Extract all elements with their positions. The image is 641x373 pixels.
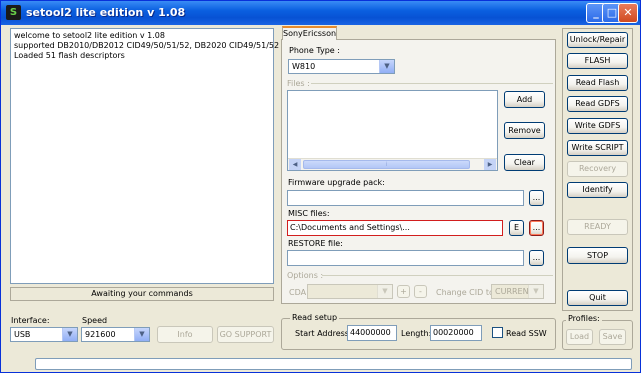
speed-select[interactable]: 921600 ▼ [81,327,150,342]
write-gdfs-button[interactable]: Write GDFS [567,118,628,134]
tab-sonyericsson[interactable]: SonyEricsson [282,26,337,40]
profiles-label: Profiles: [566,314,602,323]
status-bar: Awaiting your commands [10,287,274,301]
read-setup-title: Read setup [290,313,340,322]
unlock-repair-button[interactable]: Unlock/Repair [567,32,628,48]
options-divider [322,275,553,276]
main-window: S setool2 lite edition v 1.08 _ □ ✕ welc… [0,0,641,373]
flash-button[interactable]: FLASH [567,53,628,69]
length-label: Length: [401,329,432,338]
scroll-left-icon[interactable]: ◀ [289,159,301,170]
add-button[interactable]: Add [504,91,545,108]
info-button[interactable]: Info [157,326,213,343]
log-textarea[interactable]: welcome to setool2 lite edition v 1.08 s… [10,28,280,284]
app-icon: S [6,5,21,20]
files-label: Files : [287,79,310,88]
restore-browse-button[interactable]: ... [529,250,544,266]
speed-value: 921600 [85,330,116,339]
profile-save-button[interactable]: Save [599,329,626,345]
plus-button[interactable]: + [397,285,410,298]
scroll-right-icon[interactable]: ▶ [484,159,496,170]
phone-type-select[interactable]: W810 ▼ [288,59,395,74]
remove-button[interactable]: Remove [504,122,545,139]
title-bar[interactable]: S setool2 lite edition v 1.08 _ □ ✕ [1,1,640,25]
speed-label: Speed [82,316,108,325]
misc-e-button[interactable]: E [509,220,524,236]
log-line: supported DB2010/DB2012 CID49/50/51/52, … [14,41,280,50]
recovery-button[interactable]: Recovery [567,161,628,177]
firmware-browse-button[interactable]: ... [529,190,544,206]
files-divider [311,83,553,84]
ready-button[interactable]: READY [567,219,628,235]
firmware-input[interactable] [287,190,524,206]
identify-button[interactable]: Identify [567,182,628,198]
change-cid-select[interactable]: CURRENT ▼ [491,284,544,299]
read-ssw-label: Read SSW [506,329,547,338]
write-script-button[interactable]: Write SCRIPT [567,140,628,156]
interface-label: Interface: [11,316,50,325]
go-support-button[interactable]: GO SUPPORT [217,326,274,343]
log-line: Loaded 51 flash descriptors [14,51,125,60]
cda-label: CDA [289,288,307,297]
close-button[interactable]: ✕ [618,3,638,23]
misc-browse-button[interactable]: ... [529,220,544,236]
phone-type-value: W810 [292,62,316,71]
firmware-label: Firmware upgrade pack: [288,178,385,187]
window-title: setool2 lite edition v 1.08 [26,6,186,19]
clear-button[interactable]: Clear [504,154,545,171]
options-label: Options : [287,271,324,280]
interface-value: USB [14,330,31,339]
read-ssw-checkbox[interactable] [492,327,503,338]
quit-button[interactable]: Quit [567,290,628,306]
chevron-down-icon: ▼ [379,60,394,73]
log-line: welcome to setool2 lite edition v 1.08 [14,31,165,40]
chevron-down-icon: ▼ [62,328,77,341]
misc-input[interactable]: C:\Documents and Settings\... [287,220,503,236]
read-flash-button[interactable]: Read Flash [567,75,628,91]
progress-bar [35,358,632,370]
misc-label: MISC files: [288,209,330,218]
start-address-input[interactable]: 44000000 [347,325,397,341]
stop-button[interactable]: STOP [567,247,628,264]
minus-button[interactable]: - [414,285,427,298]
cda-select[interactable]: ▼ [307,284,393,299]
phone-type-label: Phone Type : [289,46,340,55]
length-input[interactable]: 00020000 [430,325,482,341]
chevron-down-icon: ▼ [377,285,392,298]
scrollbar-thumb[interactable]: ⁞ [303,160,470,169]
chevron-down-icon: ▼ [134,328,149,341]
start-address-label: Start Address: [295,329,352,338]
horizontal-scrollbar[interactable]: ◀ ⁞ ▶ [288,158,497,170]
restore-input[interactable] [287,250,524,266]
chevron-down-icon: ▼ [528,285,543,298]
change-cid-label: Change CID to [436,288,494,297]
interface-select[interactable]: USB ▼ [10,327,78,342]
files-list[interactable]: ◀ ⁞ ▶ [287,90,498,171]
restore-label: RESTORE file: [288,239,343,248]
profile-load-button[interactable]: Load [566,329,593,345]
read-gdfs-button[interactable]: Read GDFS [567,96,628,112]
